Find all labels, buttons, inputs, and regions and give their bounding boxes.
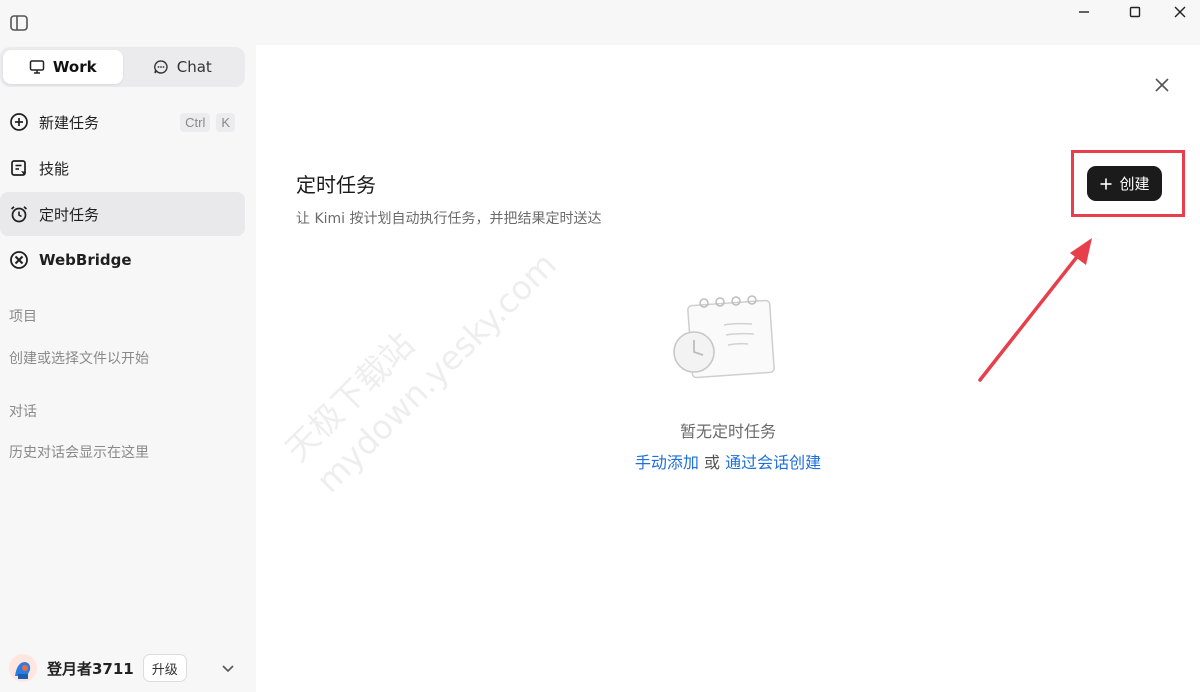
- main-panel: 定时任务 让 Kimi 按计划自动执行任务，并把结果定时送达 创建 暂无定时任务…: [256, 45, 1200, 692]
- sidebar-item-label: 新建任务: [39, 113, 100, 132]
- window-close-button[interactable]: [1160, 0, 1200, 24]
- calendar-clock-icon: [673, 295, 775, 379]
- webbridge-icon: [10, 251, 28, 269]
- plus-circle-icon: [10, 113, 28, 131]
- avatar-image-icon: [9, 654, 37, 682]
- window-maximize-button[interactable]: [1115, 0, 1155, 24]
- annotation-arrow-icon: [978, 238, 1092, 382]
- user-name: 登月者3711: [47, 659, 134, 678]
- projects-empty-hint: 创建或选择文件以开始: [9, 351, 149, 367]
- projects-section-title: 项目: [9, 309, 37, 325]
- close-panel-button[interactable]: [1148, 71, 1176, 99]
- tab-chat-label: Chat: [176, 58, 212, 76]
- conversations-section-title: 对话: [9, 404, 37, 420]
- create-via-chat-link[interactable]: 通过会话创建: [725, 453, 821, 472]
- window-minimize-button[interactable]: [1064, 0, 1104, 24]
- alarm-clock-icon: [10, 206, 28, 223]
- close-icon: [1155, 78, 1169, 92]
- sidebar-item-new-task[interactable]: 新建任务 Ctrl K: [0, 100, 245, 144]
- avatar[interactable]: [9, 654, 37, 682]
- sidebar-item-label: WebBridge: [39, 251, 132, 269]
- manual-add-link[interactable]: 手动添加: [635, 453, 699, 472]
- maximize-icon: [1129, 6, 1141, 18]
- close-icon: [1174, 6, 1186, 18]
- skill-icon: [11, 160, 26, 176]
- sidebar-toggle-button[interactable]: [4, 8, 34, 38]
- sidebar-item-label: 定时任务: [39, 205, 100, 224]
- sidebar-toggle-icon: [10, 15, 28, 31]
- minimize-icon: [1079, 11, 1089, 13]
- tab-chat[interactable]: Chat: [123, 50, 243, 84]
- upgrade-button[interactable]: 升级: [142, 654, 187, 682]
- tab-work-label: Work: [52, 58, 97, 76]
- shortcut-key-ctrl: Ctrl: [180, 112, 211, 132]
- conversations-empty-hint: 历史对话会显示在这里: [9, 445, 149, 461]
- empty-state-actions: 手动添加 或 通过会话创建: [256, 449, 1200, 473]
- mode-switch: Work Chat: [0, 47, 245, 87]
- sidebar-item-scheduled-tasks[interactable]: 定时任务: [0, 192, 245, 236]
- annotation-highlight-box: [1071, 150, 1185, 217]
- sidebar-item-webbridge[interactable]: WebBridge: [0, 238, 245, 282]
- page-subtitle: 让 Kimi 按计划自动执行任务，并把结果定时送达: [296, 211, 602, 227]
- monitor-icon: [29, 60, 45, 74]
- shortcut-hint: Ctrl K: [180, 112, 235, 132]
- actions-connector: 或: [703, 453, 720, 472]
- chevron-down-icon[interactable]: [220, 660, 236, 676]
- sidebar-nav: 新建任务 Ctrl K 技能 定时任务 WebBridge: [0, 100, 245, 284]
- sidebar: Work Chat 新建任务 Ctrl K 技能 定时任务 WebBridge …: [0, 0, 256, 692]
- page-title: 定时任务: [296, 173, 376, 197]
- user-bar: 登月者3711 升级: [0, 648, 256, 688]
- sidebar-item-label: 技能: [39, 159, 70, 178]
- tab-work[interactable]: Work: [3, 50, 123, 84]
- sidebar-item-skills[interactable]: 技能: [0, 146, 245, 190]
- shortcut-key-k: K: [216, 112, 235, 132]
- chat-bubble-icon: [153, 60, 168, 74]
- empty-state-message: 暂无定时任务: [679, 422, 776, 441]
